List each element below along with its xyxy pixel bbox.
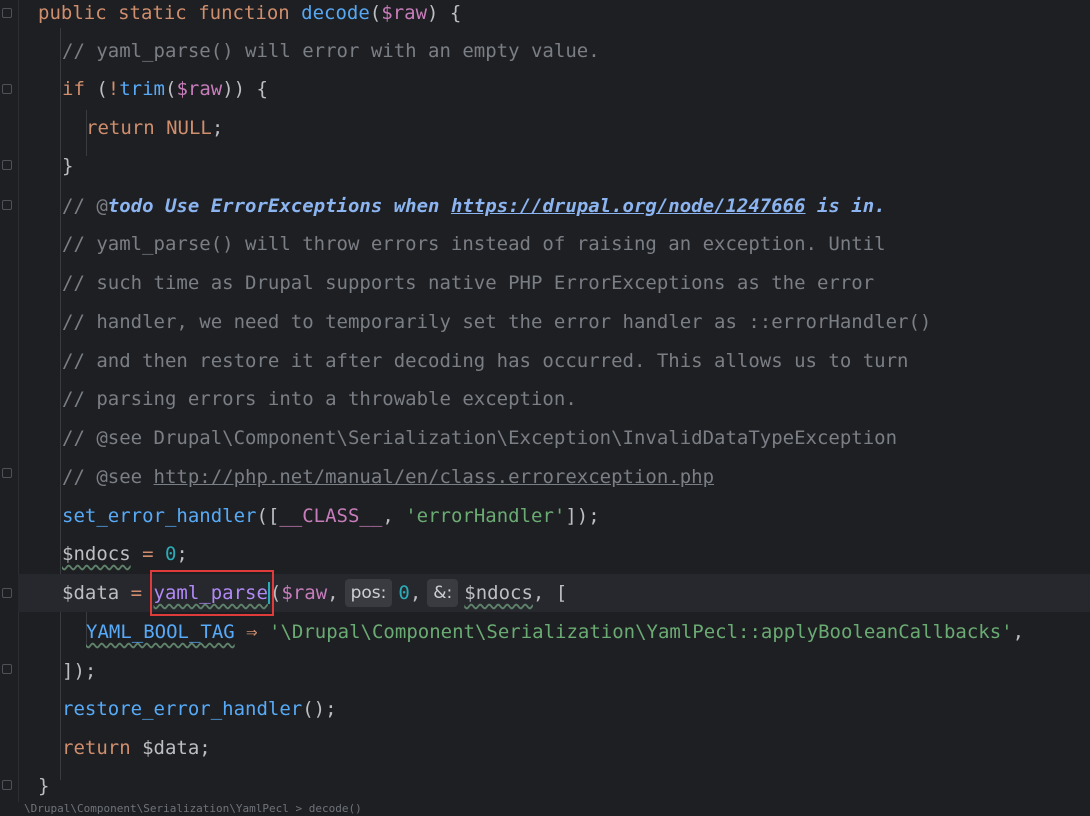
code-line-5[interactable]: } <box>18 147 1090 185</box>
code-editor[interactable]: public static function decode($raw) { //… <box>18 0 1090 816</box>
code-line-13[interactable]: // @see http://php.net/manual/en/class.e… <box>18 458 1090 496</box>
string: '\Drupal\Component\Serialization\YamlPec… <box>269 621 1013 643</box>
constant: __CLASS__ <box>279 505 383 527</box>
todo-comment: is in. <box>805 195 886 217</box>
editor-gutter <box>0 0 19 816</box>
punctuation: ; <box>176 543 188 565</box>
punctuation: ]); <box>565 505 600 527</box>
function-call[interactable]: yaml_parse <box>153 582 270 604</box>
comment: // and then restore it after decoding ha… <box>62 350 909 372</box>
function-call: restore_error_handler <box>62 698 303 720</box>
variable: $ndocs <box>464 582 533 604</box>
comment: // such time as Drupal supports native P… <box>62 272 875 294</box>
operator: = <box>130 543 165 565</box>
punctuation: ( <box>269 582 282 604</box>
code-line-10[interactable]: // and then restore it after decoding ha… <box>18 342 1090 380</box>
punctuation: ; <box>199 737 211 759</box>
code-line-16-current[interactable]: $data = yaml_parse ($raw, pos: 0, &: $ndocs, … <box>18 570 1090 616</box>
comment: // handler, we need to temporarily set t… <box>62 311 932 333</box>
operator: = <box>119 582 154 604</box>
code-line-20[interactable]: return $data; <box>18 729 1090 767</box>
code-line-11[interactable]: // parsing errors into a throwable excep… <box>18 380 1090 418</box>
code-line-18[interactable]: ]); <box>18 652 1090 690</box>
code-line-8[interactable]: // such time as Drupal supports native P… <box>18 264 1090 302</box>
function-name: decode <box>301 2 370 24</box>
breadcrumb-text: \Drupal\Component\Serialization\YamlPecl… <box>24 802 362 815</box>
keyword: function <box>198 2 290 24</box>
fold-marker-icon[interactable] <box>2 84 12 94</box>
code-line-3[interactable]: if (!trim($raw)) { <box>18 70 1090 108</box>
punctuation: ([ <box>256 505 280 527</box>
comment-link[interactable]: http://php.net/manual/en/class.errorexce… <box>154 466 715 488</box>
punctuation: , <box>382 505 406 527</box>
todo-comment: todo Use ErrorExceptions when <box>107 195 451 217</box>
code-line-9[interactable]: // handler, we need to temporarily set t… <box>18 303 1090 341</box>
number: 0 <box>398 582 410 604</box>
comment: // @ <box>62 195 108 217</box>
parameter-hint: &: <box>427 579 459 607</box>
function-call: set_error_handler <box>62 505 257 527</box>
comment: // yaml_parse() will throw errors instea… <box>62 233 886 255</box>
keyword: return <box>86 117 155 139</box>
code-line-4[interactable]: return NULL; <box>18 109 1090 147</box>
code-line-17[interactable]: YAML_BOOL_TAG ⇒ '\Drupal\Component\Seria… <box>18 613 1090 651</box>
fold-marker-icon[interactable] <box>2 664 12 674</box>
code-line-12[interactable]: // @see Drupal\Component\Serialization\E… <box>18 419 1090 457</box>
parameter-hint: pos: <box>344 579 393 607</box>
punctuation: ( <box>84 78 108 100</box>
comment: // parsing errors into a throwable excep… <box>62 388 577 410</box>
variable: $raw <box>281 582 328 604</box>
operator: ! <box>107 78 120 100</box>
punctuation: ( <box>369 2 382 24</box>
fold-marker-icon[interactable] <box>2 160 12 170</box>
fold-marker-icon[interactable] <box>2 468 12 478</box>
keyword: if <box>62 78 85 100</box>
closing-brace: } <box>62 155 74 177</box>
keyword: public <box>38 2 107 24</box>
constant: NULL <box>166 117 212 139</box>
number: 0 <box>164 543 177 565</box>
variable: $data <box>130 737 200 759</box>
constant: YAML_BOOL_TAG <box>86 621 235 643</box>
code-line-1[interactable]: public static function decode($raw) { <box>18 0 1090 32</box>
comment: // @see Drupal\Component\Serialization\E… <box>62 427 898 449</box>
keyword: return <box>62 737 131 759</box>
punctuation: (); <box>302 698 337 720</box>
code-line-7[interactable]: // yaml_parse() will throw errors instea… <box>18 225 1090 263</box>
breadcrumb-footer: \Drupal\Component\Serialization\YamlPecl… <box>0 802 1090 816</box>
code-line-6[interactable]: // @todo Use ErrorExceptions when https:… <box>18 187 1090 225</box>
function-call: trim <box>119 78 165 100</box>
code-line-21[interactable]: } <box>18 767 1090 805</box>
code-line-19[interactable]: restore_error_handler(); <box>18 690 1090 728</box>
fold-marker-icon[interactable] <box>2 780 12 790</box>
variable: $ndocs <box>62 543 131 565</box>
variable: $raw <box>381 2 428 24</box>
comment: // @see <box>62 466 154 488</box>
punctuation: , <box>1012 621 1025 643</box>
selected-function-call[interactable]: yaml_parse <box>149 570 274 616</box>
string: 'errorHandler' <box>405 505 566 527</box>
punctuation: , <box>327 582 339 604</box>
punctuation: , [ <box>532 582 568 604</box>
punctuation: ]); <box>62 660 97 682</box>
code-line-14[interactable]: set_error_handler([__CLASS__, 'errorHand… <box>18 497 1090 535</box>
comment-link[interactable]: https://drupal.org/node/1247666 <box>451 195 806 217</box>
punctuation: ) { <box>427 2 462 24</box>
punctuation: ( <box>165 78 177 100</box>
fold-marker-icon[interactable] <box>2 588 12 598</box>
comment: // yaml_parse() will error with an empty… <box>62 40 600 62</box>
punctuation: ; <box>211 117 224 139</box>
fold-marker-icon[interactable] <box>2 200 12 210</box>
closing-brace: } <box>38 775 50 797</box>
code-line-15[interactable]: $ndocs = 0; <box>18 535 1090 573</box>
fold-marker-icon[interactable] <box>2 8 12 18</box>
keyword: static <box>118 2 187 24</box>
variable: $data <box>62 582 120 604</box>
code-line-2[interactable]: // yaml_parse() will error with an empty… <box>18 32 1090 70</box>
punctuation: , <box>409 582 422 604</box>
punctuation: )) { <box>222 78 268 100</box>
operator: ⇒ <box>234 621 270 643</box>
variable: $raw <box>176 78 223 100</box>
